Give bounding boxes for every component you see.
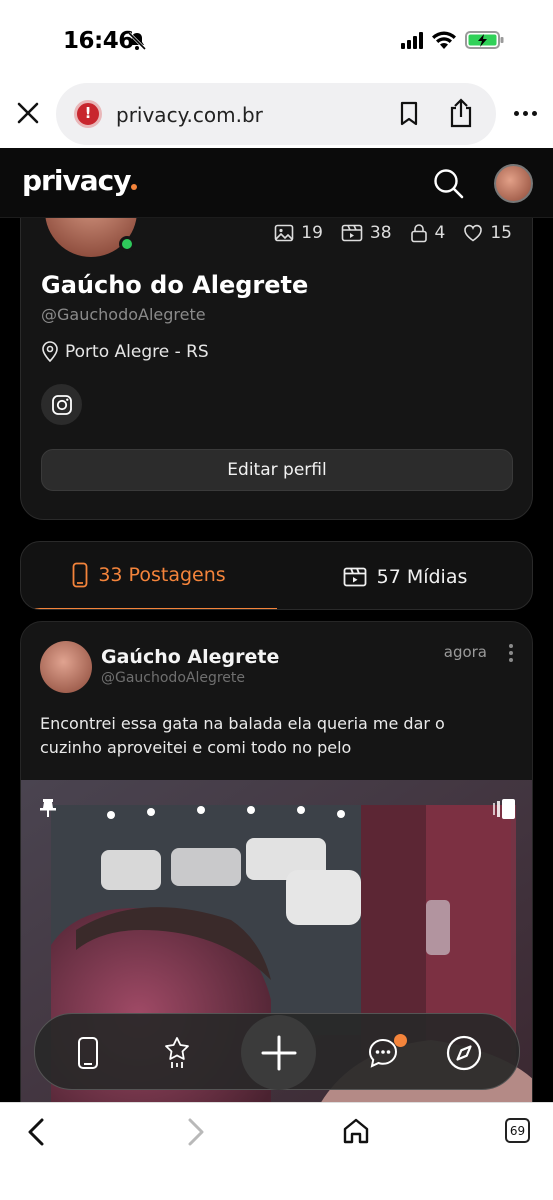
home-icon[interactable] — [342, 1117, 370, 1145]
lock-icon — [410, 224, 427, 243]
gallery-icon — [493, 799, 515, 819]
online-status-indicator — [119, 236, 135, 252]
notification-badge — [394, 1034, 407, 1047]
screen: 16:46 ! privacy.com.br privacy 19 38 4 1… — [0, 0, 553, 1200]
status-icons — [401, 30, 505, 50]
instagram-icon — [51, 394, 72, 415]
plus-icon — [261, 1035, 296, 1070]
browser-bottom-toolbar: 69 — [0, 1102, 553, 1200]
share-icon[interactable] — [448, 97, 474, 129]
post-timestamp: agora — [443, 643, 487, 661]
search-icon[interactable] — [432, 167, 464, 199]
nav-feed[interactable] — [68, 1014, 108, 1091]
more-options-icon[interactable] — [514, 111, 537, 116]
image-icon — [274, 224, 294, 242]
brand-logo[interactable]: privacy — [22, 164, 138, 197]
pin-icon — [40, 799, 56, 817]
profile-name: Gaúcho do Alegrete — [41, 271, 309, 299]
bell-muted-icon — [127, 31, 147, 51]
bookmark-icon[interactable] — [399, 101, 419, 127]
location-pin-icon — [42, 341, 58, 363]
stat-photos: 19 — [274, 223, 323, 243]
status-bar: 16:46 — [0, 0, 553, 80]
floating-nav — [34, 1013, 520, 1090]
stat-likes: 15 — [463, 223, 512, 243]
star-sparkle-icon — [165, 1036, 189, 1068]
status-time: 16:46 — [63, 28, 134, 54]
close-icon[interactable] — [15, 100, 41, 126]
nav-discover[interactable] — [444, 1014, 484, 1091]
app-header: privacy — [0, 148, 553, 218]
signal-icon — [401, 31, 423, 49]
url-text: privacy.com.br — [116, 103, 263, 127]
compass-icon — [446, 1035, 482, 1070]
back-icon[interactable] — [25, 1117, 47, 1147]
location-text: Porto Alegre - RS — [65, 342, 209, 362]
post-author-avatar[interactable] — [40, 641, 92, 693]
edit-profile-button[interactable]: Editar perfil — [41, 449, 513, 491]
nav-messages[interactable] — [363, 1014, 403, 1091]
wifi-icon — [432, 31, 456, 49]
tab-media-label: 57 Mídias — [376, 565, 468, 588]
nav-explore-stars[interactable] — [157, 1014, 197, 1091]
address-bar[interactable]: privacy.com.br — [56, 83, 496, 145]
video-clapper-icon — [341, 224, 363, 242]
browser-toolbar: privacy.com.br — [0, 80, 553, 148]
user-avatar[interactable] — [494, 164, 533, 203]
post-author-name[interactable]: Gaúcho Alegrete — [101, 646, 279, 668]
profile-handle: @GauchodoAlegrete — [41, 305, 206, 324]
post-author-handle: @GauchodoAlegrete — [101, 670, 246, 686]
tabs-count-button[interactable]: 69 — [505, 1118, 530, 1143]
profile-stats: 19 38 4 15 — [274, 223, 512, 243]
forward-icon[interactable] — [185, 1117, 207, 1147]
profile-card: 19 38 4 15 Gaúcho do Alegrete @GauchodoA… — [20, 173, 533, 520]
stat-videos: 38 — [341, 223, 392, 243]
battery-charging-icon — [465, 31, 504, 49]
profile-location: Porto Alegre - RS — [41, 341, 209, 363]
tab-media[interactable]: 57 Mídias — [277, 542, 532, 609]
instagram-button[interactable] — [41, 384, 82, 425]
tab-posts[interactable]: 33 Postagens — [21, 542, 277, 609]
stat-locked: 4 — [410, 223, 446, 243]
stat-locked-count: 4 — [434, 223, 446, 243]
post-options-icon[interactable] — [509, 644, 513, 662]
content-tabs: 33 Postagens 57 Mídias — [20, 541, 533, 610]
site-warning-icon[interactable] — [74, 100, 102, 128]
stat-likes-count: 15 — [490, 223, 512, 243]
tab-posts-label: 33 Postagens — [98, 564, 226, 586]
phone-icon — [78, 1036, 98, 1069]
heart-icon — [464, 224, 483, 242]
create-post-button[interactable] — [241, 1015, 316, 1090]
phone-icon — [72, 562, 88, 588]
video-clapper-icon — [343, 567, 367, 586]
stat-photos-count: 19 — [301, 223, 323, 243]
stat-videos-count: 38 — [369, 223, 392, 243]
post-caption: Encontrei essa gata na balada ela queria… — [40, 714, 445, 757]
